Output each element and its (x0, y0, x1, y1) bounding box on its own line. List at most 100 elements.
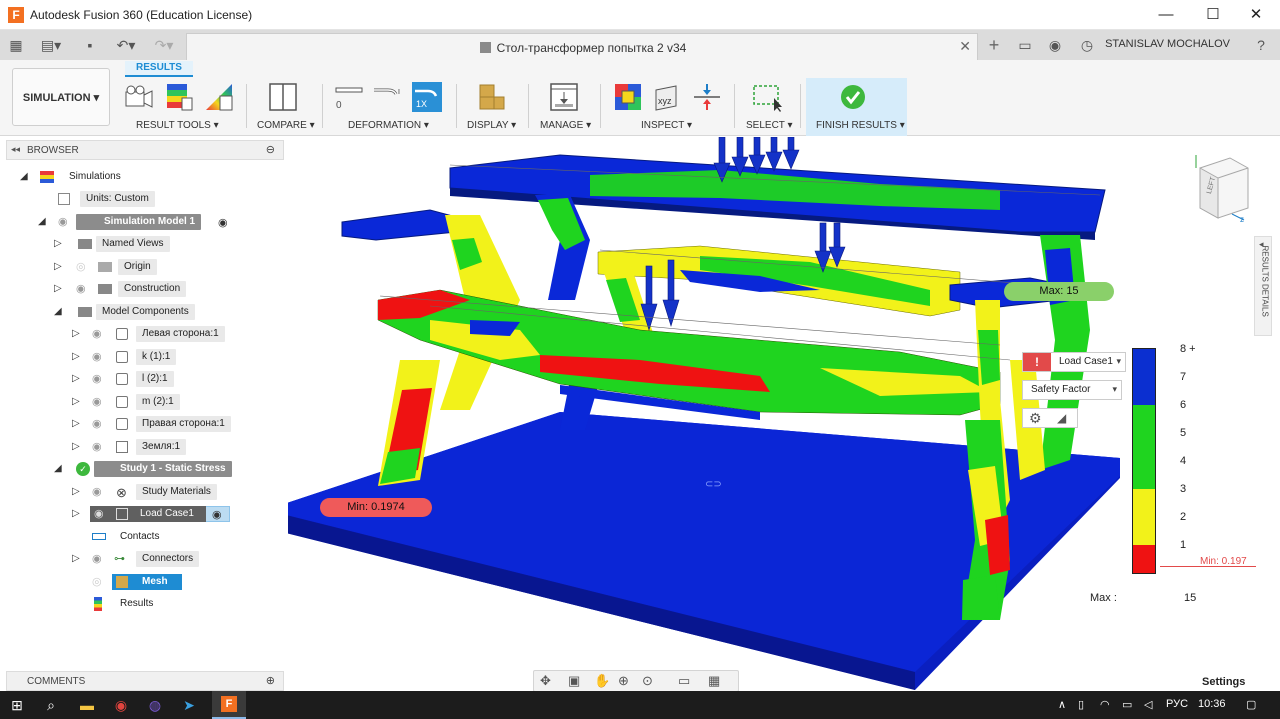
display-icon[interactable] (477, 82, 507, 112)
eye-icon[interactable]: ◉ (76, 280, 86, 298)
maximize-button[interactable]: ☐ (1195, 4, 1231, 26)
orbit-icon[interactable]: ✥ (540, 673, 551, 689)
tree-item-mesh[interactable]: ◎ Mesh (0, 573, 280, 591)
redo-icon[interactable]: ↷▾ (148, 36, 180, 54)
compare-icon[interactable] (268, 82, 298, 112)
section-analysis-icon[interactable] (692, 82, 722, 112)
file-explorer-icon[interactable]: ▬ (78, 696, 96, 714)
results-details-tab[interactable]: ◂ RESULTS DETAILS (1254, 236, 1272, 336)
manage-menu[interactable]: MANAGE ▾ (540, 120, 591, 131)
tree-item-origin[interactable]: ▷ ◎ Origin (0, 258, 280, 276)
comments-panel[interactable]: COMMENTS ⊕ (6, 671, 284, 691)
animate-icon[interactable] (124, 82, 154, 112)
tree-item-units[interactable]: Units: Custom (0, 190, 280, 208)
tree-item-component[interactable]: ▷ ◉ Правая сторона:1 (0, 415, 280, 433)
result-type-dropdown[interactable]: Safety Factor ▾ (1022, 380, 1122, 400)
tree-item-contacts[interactable]: Contacts (0, 528, 280, 546)
grid-icon[interactable]: ▦ (708, 673, 720, 689)
chrome-icon[interactable]: ◉ (112, 696, 130, 714)
windows-start-icon[interactable]: ⊞ (8, 696, 26, 714)
eye-icon[interactable]: ◉ (92, 483, 102, 501)
activate-radio-icon[interactable]: ◉ (212, 506, 222, 524)
telegram-icon[interactable]: ➤ (180, 696, 198, 714)
tree-item-component[interactable]: ▷ ◉ k (1):1 (0, 348, 280, 366)
eye-icon[interactable]: ◉ (92, 550, 102, 568)
legend-orientation-icon[interactable]: ◢ (1057, 411, 1066, 425)
collapsed-triangle-icon[interactable]: ▷ (72, 483, 80, 501)
coordinates-icon[interactable]: xyz (650, 82, 680, 112)
look-at-icon[interactable]: ▣ (568, 673, 580, 689)
eye-icon[interactable]: ◉ (92, 415, 102, 433)
checkmark-icon[interactable] (840, 84, 866, 110)
eye-icon[interactable]: ◉ (92, 438, 102, 456)
tree-item-component[interactable]: ▷ ◉ Левая сторона:1 (0, 325, 280, 343)
usb-icon[interactable]: ▯ (1078, 698, 1084, 711)
expanded-triangle-icon[interactable]: ◢ (20, 168, 28, 186)
clock-time[interactable]: 10:36 (1198, 698, 1226, 710)
add-comment-icon[interactable]: ⊕ (266, 674, 275, 687)
collapsed-triangle-icon[interactable]: ▷ (54, 258, 62, 276)
app-grid-icon[interactable]: ▦ (6, 36, 26, 54)
clock-icon[interactable]: ◷ (1078, 36, 1096, 54)
collapsed-triangle-icon[interactable]: ▷ (72, 505, 80, 523)
minimize-button[interactable]: — (1148, 4, 1184, 26)
job-status-icon[interactable]: ◉ (1046, 36, 1064, 54)
browser-options-icon[interactable]: ⊖ (266, 143, 275, 156)
tree-item-connectors[interactable]: ▷ ◉ ⊶ Connectors (0, 550, 280, 568)
tree-item-simulations[interactable]: ◢ Simulations (0, 168, 280, 186)
collapsed-triangle-icon[interactable]: ▷ (72, 370, 80, 388)
eye-icon[interactable]: ◉ (94, 505, 104, 523)
tree-item-named-views[interactable]: ▷ Named Views (0, 235, 280, 253)
eye-icon[interactable]: ◉ (92, 393, 102, 411)
viber-icon[interactable]: ◍ (146, 696, 164, 714)
fit-icon[interactable]: ⊙ (642, 673, 653, 689)
notifications-icon[interactable]: ▢ (1246, 698, 1256, 711)
close-window-button[interactable]: ✕ (1238, 4, 1274, 26)
volume-icon[interactable]: ◁ (1144, 698, 1152, 711)
workspace-switcher[interactable]: SIMULATION ▾ (12, 68, 110, 126)
expanded-triangle-icon[interactable]: ◢ (38, 213, 46, 231)
compare-menu[interactable]: COMPARE ▾ (257, 120, 315, 131)
eye-icon[interactable]: ◉ (92, 348, 102, 366)
zoom-icon[interactable]: ⊕ (618, 673, 629, 689)
adjusted-deformation-icon[interactable]: 1X (412, 82, 442, 112)
document-tab[interactable]: Стол-трансформер попытка 2 v34 ✕ (186, 33, 978, 60)
browser-header[interactable]: ◂◂ BROWSER ⊖ (6, 140, 284, 160)
new-tab-icon[interactable]: + (983, 36, 1005, 54)
tree-item-results[interactable]: Results (0, 595, 280, 613)
eye-icon[interactable]: ◉ (92, 370, 102, 388)
deformation-menu[interactable]: DEFORMATION ▾ (348, 120, 429, 131)
collapsed-triangle-icon[interactable]: ▷ (54, 280, 62, 298)
gear-icon[interactable]: ⚙ (1029, 410, 1042, 427)
collapsed-triangle-icon[interactable]: ▷ (72, 550, 80, 568)
select-menu[interactable]: SELECT ▾ (746, 120, 793, 131)
tab-results[interactable]: RESULTS (125, 61, 193, 77)
collapsed-triangle-icon[interactable]: ▷ (72, 348, 80, 366)
expanded-triangle-icon[interactable]: ◢ (54, 303, 62, 321)
inspect-menu[interactable]: INSPECT ▾ (641, 120, 692, 131)
probes-icon[interactable] (613, 82, 643, 112)
tree-item-component[interactable]: ▷ ◉ l (2):1 (0, 370, 280, 388)
eye-hidden-icon[interactable]: ◎ (76, 258, 86, 276)
expanded-triangle-icon[interactable]: ◢ (54, 460, 62, 478)
undo-icon[interactable]: ↶▾ (110, 36, 142, 54)
actual-deformation-icon[interactable]: I (372, 82, 402, 112)
surface-probes-icon[interactable] (164, 82, 194, 112)
tree-item-model-components[interactable]: ◢ Model Components (0, 303, 280, 321)
tree-item-study[interactable]: ◢ ✓ Study 1 - Static Stress (0, 460, 280, 478)
keyboard-language[interactable]: РУС (1166, 698, 1188, 710)
result-tools-menu[interactable]: RESULT TOOLS ▾ (136, 120, 219, 131)
fusion-taskbar-button[interactable]: F (212, 691, 246, 719)
close-tab-button[interactable]: ✕ (959, 38, 971, 55)
save-icon[interactable]: ▪ (80, 36, 100, 54)
chat-icon[interactable]: ▭ (1016, 36, 1034, 54)
collapsed-triangle-icon[interactable]: ▷ (72, 325, 80, 343)
search-icon[interactable]: ⌕ (42, 696, 60, 714)
load-case-dropdown[interactable]: ! Load Case1 ▾ (1022, 352, 1126, 372)
eye-icon[interactable]: ◉ (58, 213, 68, 231)
viewcube[interactable]: z (1195, 155, 1249, 224)
collapsed-triangle-icon[interactable]: ▷ (54, 235, 62, 253)
tree-item-component[interactable]: ▷ ◉ m (2):1 (0, 393, 280, 411)
collapse-browser-icon[interactable]: ◂◂ (11, 144, 20, 155)
settings-link[interactable]: Settings (1202, 676, 1245, 688)
